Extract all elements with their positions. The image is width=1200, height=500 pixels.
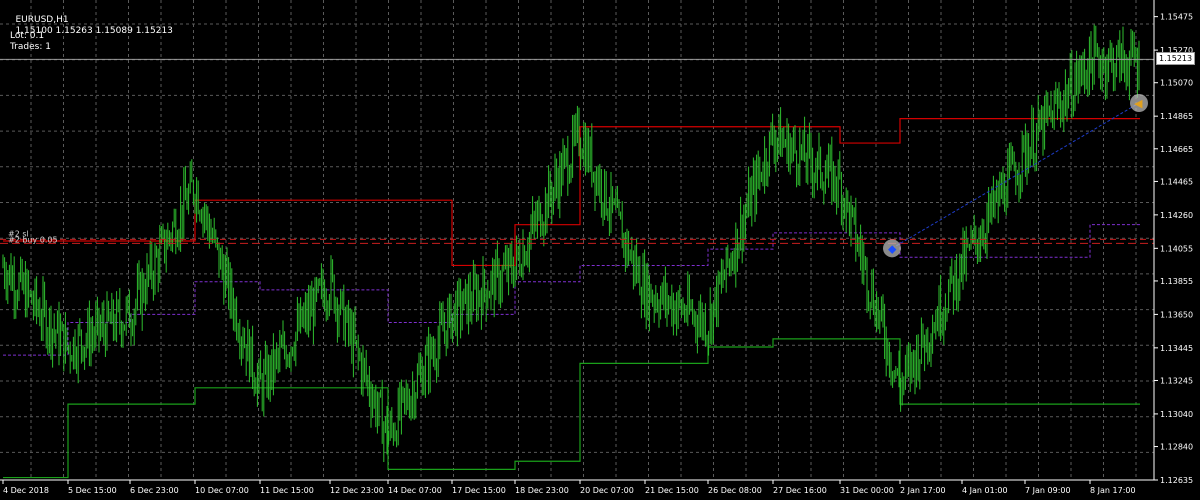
close-arrow-icon: ◀ — [1134, 97, 1143, 110]
y-tick-label: 1.14665 — [1160, 145, 1193, 154]
x-tick-label: 8 Jan 17:00 — [1090, 486, 1136, 495]
y-tick-label: 1.13445 — [1160, 344, 1193, 353]
y-tick-label: 1.13855 — [1160, 277, 1193, 286]
chart-window[interactable]: #2 sl #2 buy 0.05 ◆ ◀ 1.15475 1.15270 1.15070… — [0, 0, 1200, 500]
current-price-box: 1.15213 — [1156, 52, 1196, 65]
chart-series — [2, 24, 1140, 479]
y-tick-label: 1.15475 — [1160, 13, 1193, 22]
x-tick-label: 6 Dec 23:00 — [130, 486, 179, 495]
symbol-label: EURUSD,H1 — [15, 15, 69, 25]
y-tick-label: 1.14260 — [1160, 211, 1193, 220]
y-tick-label: 1.12840 — [1160, 443, 1193, 452]
y-tick-label: 1.14865 — [1160, 112, 1193, 121]
price-chart[interactable]: #2 sl#2 buy 0.05◆◀ 1.154751.152701.15070… — [0, 0, 1200, 500]
x-tick-label: 11 Dec 15:00 — [260, 486, 314, 495]
y-tick-label: 1.12635 — [1160, 476, 1193, 485]
x-tick-label: 27 Dec 16:00 — [773, 486, 827, 495]
x-tick-label: 18 Dec 23:00 — [515, 486, 569, 495]
y-tick-label: 1.14055 — [1160, 244, 1193, 253]
x-tick-label: 31 Dec 00:00 — [840, 486, 894, 495]
y-tick-label: 1.14465 — [1160, 177, 1193, 186]
y-tick-label: 1.13040 — [1160, 410, 1193, 419]
y-tick-label: 1.13650 — [1160, 310, 1193, 319]
entry-arrow-icon: ◆ — [888, 242, 897, 255]
y-tick-label: 1.13245 — [1160, 376, 1193, 385]
x-tick-label: 4 Jan 01:00 — [962, 486, 1008, 495]
x-tick-label: 2 Jan 17:00 — [900, 486, 946, 495]
y-tick-label: 1.15070 — [1160, 79, 1193, 88]
x-tick-label: 14 Dec 07:00 — [388, 486, 442, 495]
x-tick-label: 20 Dec 07:00 — [580, 486, 634, 495]
x-tick-label: 5 Dec 15:00 — [68, 486, 117, 495]
trades-label: Trades: 1 — [10, 42, 51, 52]
x-tick-label: 12 Dec 23:00 — [330, 486, 384, 495]
x-tick-label: 17 Dec 15:00 — [452, 486, 506, 495]
lower_band-line — [3, 338, 1140, 479]
buy-label: #2 buy 0.05 — [8, 235, 58, 244]
x-tick-label: 21 Dec 15:00 — [645, 486, 699, 495]
x-tick-label: 10 Dec 07:00 — [195, 486, 249, 495]
x-tick-label: 4 Dec 2018 — [3, 486, 49, 495]
x-tick-label: 26 Dec 08:00 — [708, 486, 762, 495]
x-tick-label: 7 Jan 09:00 — [1025, 486, 1071, 495]
lot-label: Lot: 0.1 — [10, 31, 45, 41]
